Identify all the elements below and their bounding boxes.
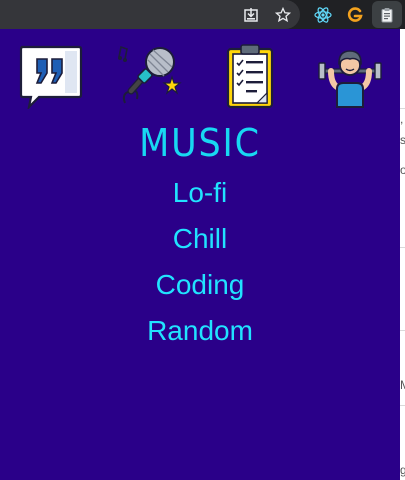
microphone-icon[interactable] xyxy=(117,43,183,109)
menu-item-coding[interactable]: Coding xyxy=(0,269,400,301)
browser-toolbar xyxy=(0,0,405,29)
menu-item-lofi[interactable]: Lo-fi xyxy=(0,177,400,209)
react-devtools-icon[interactable] xyxy=(313,5,333,25)
menu-item-random[interactable]: Random xyxy=(0,315,400,347)
quote-bubble-icon[interactable] xyxy=(17,43,83,111)
extension-g-icon[interactable] xyxy=(345,5,365,25)
download-to-page-icon[interactable] xyxy=(241,5,261,25)
page-title: MUSIC xyxy=(139,121,261,165)
star-bookmark-icon[interactable] xyxy=(273,5,293,25)
menu-item-chill[interactable]: Chill xyxy=(0,223,400,255)
clipboard-checklist-icon[interactable] xyxy=(217,43,283,109)
underlying-page: , s o M g xyxy=(400,29,405,480)
weightlifter-icon[interactable] xyxy=(317,43,383,109)
clipboard-extension-icon[interactable] xyxy=(377,5,397,25)
music-popup: MUSIC Lo-fi Chill Coding Random xyxy=(0,29,400,480)
